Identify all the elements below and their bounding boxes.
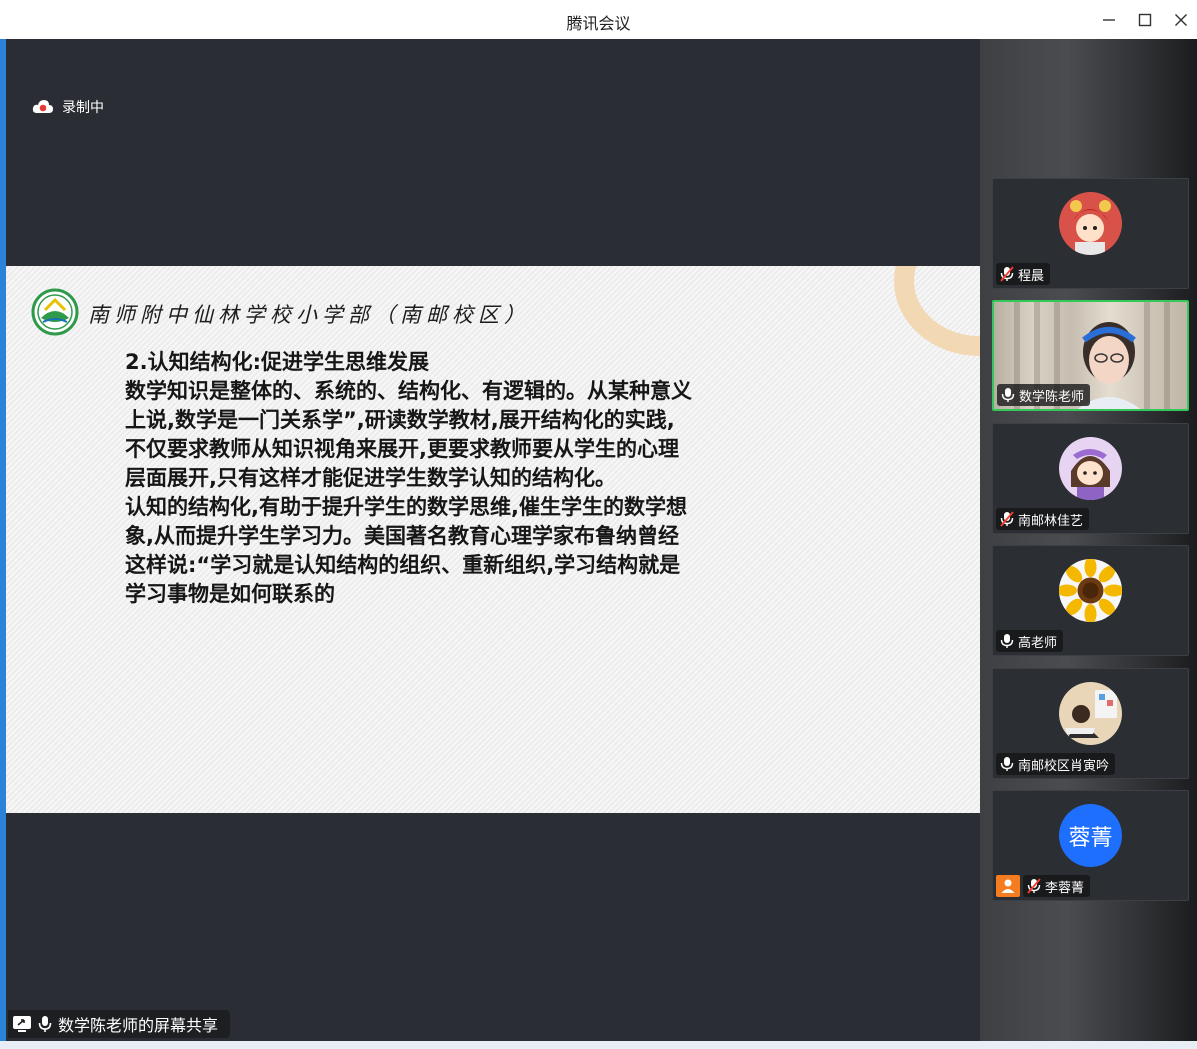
participant-tile[interactable]: 程晨	[992, 178, 1189, 289]
slide-line: 层面展开,只有这样才能促进学生数学认知的结构化。	[125, 466, 616, 490]
screen-share-tag[interactable]: 数学陈老师的屏幕共享	[8, 1010, 230, 1038]
microphone-icon	[1000, 634, 1014, 648]
participant-name-tag: 南邮林佳艺	[996, 508, 1090, 530]
slide-line: 认知的结构化,有助于提升学生的数学思维,催生学生的数学想	[125, 495, 687, 519]
avatar	[1059, 437, 1122, 500]
avatar-text: 蓉菁	[1068, 825, 1113, 851]
participant-tile-active[interactable]: 数学陈老师	[992, 300, 1189, 411]
slide-line: 数学知识是整体的、系统的、结构化、有逻辑的。从某种意义	[125, 379, 692, 403]
minimize-icon	[1103, 19, 1115, 21]
cloud-record-icon	[32, 100, 53, 113]
participant-tile[interactable]: 高老师	[992, 545, 1189, 656]
avatar	[1059, 192, 1122, 255]
school-logo-icon	[31, 288, 79, 336]
window-title: 腾讯会议	[566, 14, 631, 33]
host-badge	[996, 875, 1020, 897]
child-photo-avatar-icon	[1059, 682, 1122, 745]
participant-name: 南邮林佳艺	[1018, 513, 1084, 529]
slide-line: 不仅要求教师从知识视角来展开,更要求教师要从学生的心理	[125, 437, 679, 461]
participant-name: 程晨	[1018, 268, 1045, 284]
participant-name-tag: 李蓉菁	[1023, 875, 1091, 897]
participant-name-tag: 高老师	[996, 630, 1064, 652]
cartoon-girl-purple-avatar-icon	[1059, 437, 1122, 500]
slide-line: 象,从而提升学生学习力。美国著名教育心理学家布鲁纳曾经	[125, 524, 679, 548]
participant-name-tag: 数学陈老师	[997, 384, 1091, 406]
slide-decoration	[894, 266, 980, 356]
participant-name-tag: 南邮校区肖寅吟	[996, 753, 1116, 775]
microphone-icon	[38, 1016, 52, 1032]
participant-name-tag: 程晨	[996, 263, 1051, 285]
participant-name: 高老师	[1018, 635, 1058, 651]
maximize-icon	[1138, 13, 1152, 27]
mic-muted-icon	[1027, 878, 1041, 894]
recording-indicator[interactable]: 录制中	[32, 97, 104, 117]
title-bar: 腾讯会议	[0, 0, 1197, 39]
close-button[interactable]	[1166, 6, 1196, 34]
window-bottom-edge	[0, 1041, 1197, 1049]
slide-line: 上说,数学是一门关系学”,研读数学教材,展开结构化的实践,	[125, 408, 675, 432]
participant-name: 数学陈老师	[1019, 389, 1085, 405]
school-name: 南师附中仙林学校小学部（南邮校区）	[88, 303, 530, 327]
maximize-button[interactable]	[1130, 6, 1160, 34]
mic-muted-icon	[1000, 266, 1014, 282]
slide-text-body: 2.认知结构化:促进学生思维发展 数学知识是整体的、系统的、结构化、有逻辑的。从…	[125, 348, 805, 609]
participant-tile[interactable]: 蓉菁 李蓉菁	[992, 790, 1189, 901]
mic-muted-icon	[1000, 511, 1014, 527]
slide-heading: 2.认知结构化:促进学生思维发展	[125, 350, 429, 374]
minimize-button[interactable]	[1094, 6, 1124, 34]
sunflower-avatar-icon	[1059, 559, 1122, 622]
microphone-icon	[1000, 757, 1014, 771]
shared-slide: 南师附中仙林学校小学部（南邮校区） 2.认知结构化:促进学生思维发展 数学知识是…	[6, 266, 980, 813]
participant-panel: 程晨 数学陈老师 南邮林佳艺 高老师 南邮校区肖寅吟 蓉菁 李蓉菁	[980, 39, 1197, 1041]
participant-tile[interactable]: 南邮校区肖寅吟	[992, 668, 1189, 779]
close-icon	[1175, 14, 1187, 26]
text-avatar: 蓉菁	[1059, 804, 1122, 867]
host-user-icon	[1001, 879, 1015, 893]
meeting-window: 腾讯会议 录制中 南师附中仙林学校小学部（南邮校区） 2.认知结构化:促进学生思…	[0, 0, 1197, 1049]
avatar	[1059, 682, 1122, 745]
slide-line: 这样说:“学习就是认知结构的组织、重新组织,学习结构就是	[125, 553, 681, 577]
recording-label: 录制中	[62, 100, 104, 116]
screen-share-label: 数学陈老师的屏幕共享	[58, 1016, 219, 1035]
slide-line: 学习事物是如何联系的	[125, 582, 335, 606]
participant-name: 李蓉菁	[1045, 880, 1085, 896]
avatar	[1059, 559, 1122, 622]
screen-share-icon	[13, 1016, 31, 1032]
main-share-area[interactable]: 录制中 南师附中仙林学校小学部（南邮校区） 2.认知结构化:促进学生思维发展 数…	[6, 39, 980, 1041]
cartoon-girl-avatar-icon	[1059, 192, 1122, 255]
participant-name: 南邮校区肖寅吟	[1018, 758, 1110, 774]
microphone-icon	[1001, 388, 1015, 402]
participant-tile[interactable]: 南邮林佳艺	[992, 423, 1189, 534]
